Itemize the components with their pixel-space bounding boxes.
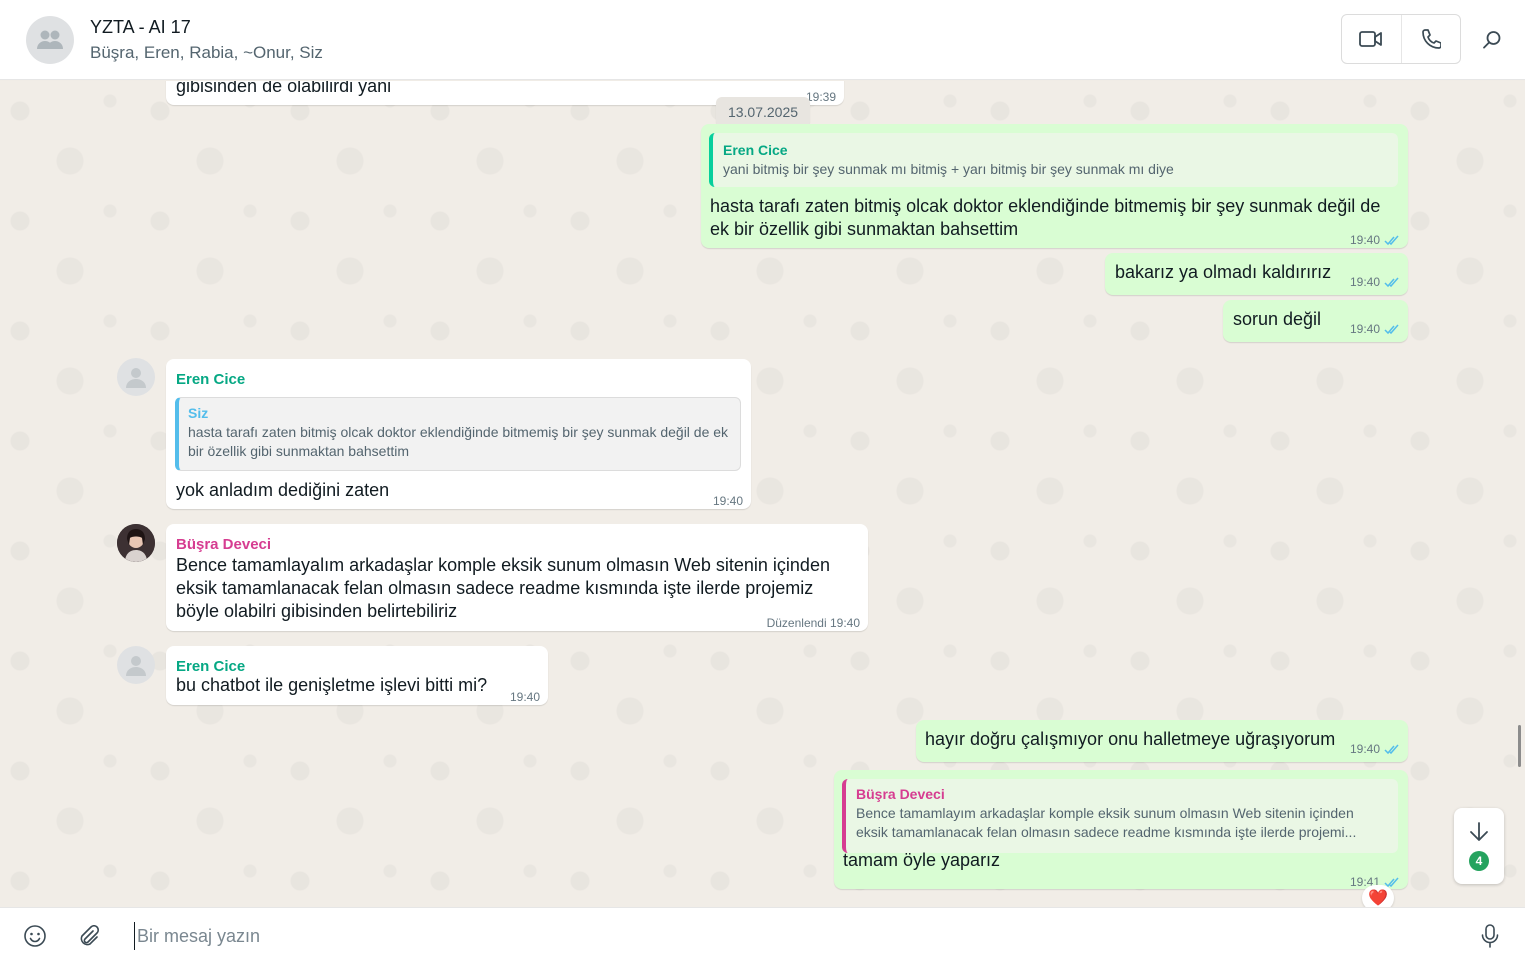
unread-count-badge: 4	[1469, 851, 1489, 871]
message-text: gibisinden de olabilirdi yani	[176, 81, 392, 96]
profile-photo-icon	[117, 524, 155, 562]
voice-call-icon	[1421, 29, 1441, 49]
message-sender[interactable]: Büşra Deveci	[176, 533, 271, 556]
group-avatar-icon[interactable]	[26, 16, 74, 64]
message-bubble[interactable]: hayır doğru çalışmıyor onu halletmeye uğ…	[916, 720, 1408, 762]
message-bubble[interactable]: Eren Cice yani bitmiş bir şey sunmak mı …	[701, 124, 1408, 248]
message-text: tamam öyle yaparız	[843, 850, 1001, 870]
date-separator: 13.07.2025	[716, 97, 810, 127]
message-time: 19:40	[1350, 738, 1400, 761]
microphone-icon	[1481, 924, 1499, 948]
message-time: 19:40	[509, 690, 540, 704]
quoted-text: hasta tarafı zaten bitmiş olcak doktor e…	[188, 424, 729, 459]
quoted-text: Bence tamamlayım arkadaşlar komple eksik…	[856, 805, 1357, 840]
avatar[interactable]	[117, 358, 155, 396]
search-icon	[1483, 31, 1501, 49]
emoji-button[interactable]	[21, 922, 49, 950]
double-check-icon	[1384, 744, 1399, 755]
message-time: Düzenlendi 19:40	[766, 616, 860, 630]
quoted-message[interactable]: Eren Cice yani bitmiş bir şey sunmak mı …	[709, 133, 1398, 187]
message-list[interactable]: gibisinden de olabilirdi yani 19:39 13.0…	[0, 81, 1525, 907]
double-check-icon	[1384, 324, 1399, 335]
scrollbar-thumb[interactable]	[1518, 725, 1521, 767]
scroll-to-bottom-button[interactable]: 4	[1454, 808, 1504, 884]
quoted-sender: Eren Cice	[723, 142, 788, 158]
quoted-message[interactable]: Büşra Deveci Bence tamamlayım arkadaşlar…	[842, 779, 1398, 853]
message-bubble[interactable]: sorun değil 19:40	[1223, 300, 1408, 342]
voice-call-button[interactable]	[1400, 15, 1461, 63]
double-check-icon	[1384, 277, 1399, 288]
message-time: 19:40	[1350, 318, 1400, 341]
quoted-message[interactable]: Siz hasta tarafı zaten bitmiş olcak dokt…	[175, 397, 741, 471]
search-button[interactable]	[1478, 26, 1506, 54]
quoted-text: yani bitmiş bir şey sunmak mı bitmiş + y…	[723, 161, 1174, 177]
message-time: 19:40	[712, 494, 743, 508]
message-bubble[interactable]: bakarız ya olmadı kaldırırız 19:40	[1105, 253, 1408, 295]
message-time: 19:39	[805, 90, 836, 104]
default-avatar-icon	[126, 368, 146, 388]
message-text: hasta tarafı zaten bitmiş olcak doktor e…	[710, 196, 1381, 239]
call-buttons	[1341, 14, 1461, 64]
attach-icon	[80, 925, 100, 946]
video-call-button[interactable]	[1342, 15, 1401, 63]
message-input[interactable]	[134, 922, 1434, 950]
message-time: 19:40	[1350, 271, 1400, 294]
message-sender[interactable]: Eren Cice	[176, 368, 245, 391]
message-bubble[interactable]: Eren Cice Siz hasta tarafı zaten bitmiş …	[166, 359, 751, 509]
quoted-sender: Siz	[188, 405, 209, 421]
chat-members[interactable]: Büşra, Eren, Rabia, ~Onur, Siz	[90, 43, 323, 63]
message-text: bakarız ya olmadı kaldırırız	[1115, 262, 1332, 282]
avatar[interactable]	[117, 524, 155, 562]
message-text: hayır doğru çalışmıyor onu halletmeye uğ…	[925, 729, 1336, 749]
arrow-down-icon	[1470, 822, 1488, 841]
message-bubble[interactable]: Eren Cice bu chatbot ile genişletme işle…	[166, 646, 548, 705]
message-time: 19:40	[1350, 229, 1400, 252]
quoted-sender: Büşra Deveci	[856, 786, 945, 802]
double-check-icon	[1384, 235, 1399, 246]
video-call-icon	[1359, 31, 1383, 47]
message-text: yok anladım dediğini zaten	[176, 480, 390, 500]
emoji-icon	[24, 925, 46, 947]
default-avatar-icon	[126, 656, 146, 676]
voice-message-button[interactable]	[1476, 922, 1504, 950]
chat-header: YZTA - AI 17 Büşra, Eren, Rabia, ~Onur, …	[0, 0, 1525, 80]
message-text: sorun değil	[1233, 309, 1322, 329]
message-text: bu chatbot ile genişletme işlevi bitti m…	[176, 675, 488, 695]
message-composer	[0, 907, 1525, 963]
message-bubble[interactable]: Büşra Deveci Bence tamamlayalım arkadaşl…	[166, 524, 868, 631]
chat-title[interactable]: YZTA - AI 17	[90, 17, 191, 38]
avatar[interactable]	[117, 646, 155, 684]
message-bubble[interactable]: Büşra Deveci Bence tamamlayım arkadaşlar…	[834, 770, 1408, 889]
message-text: Bence tamamlayalım arkadaşlar komple eks…	[176, 555, 830, 621]
attach-button[interactable]	[75, 922, 103, 950]
